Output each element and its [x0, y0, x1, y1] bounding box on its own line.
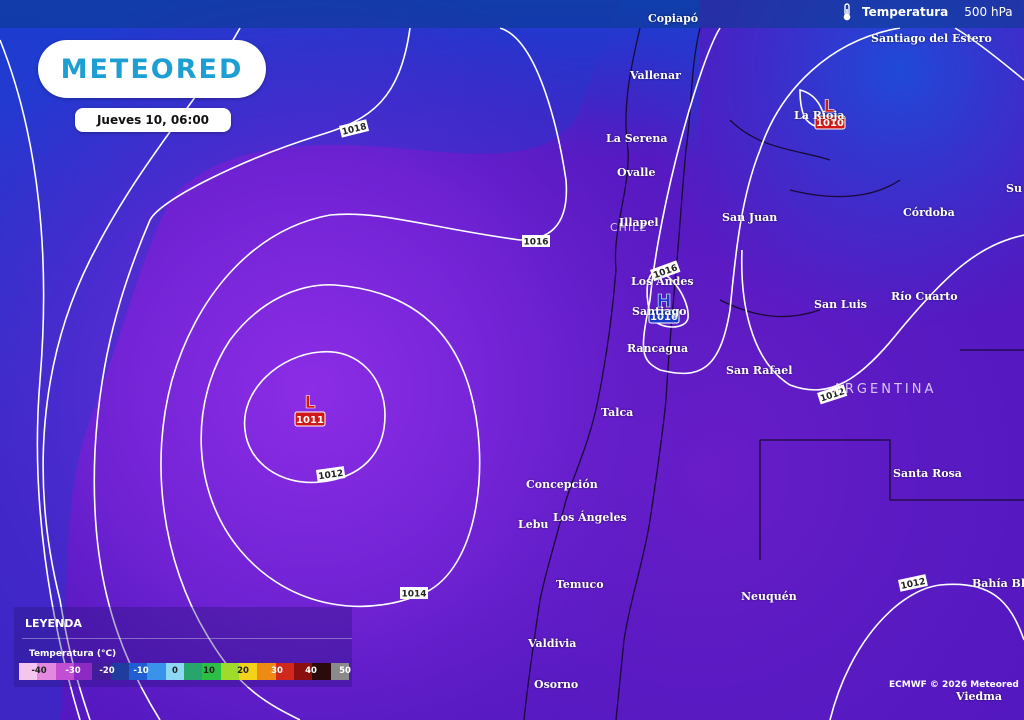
city-valdivia: Valdivia [528, 637, 577, 650]
city-lebu: Lebu [518, 518, 549, 531]
legend-tick-label: -20 [99, 666, 115, 676]
layer-name: Temperatura [862, 5, 949, 19]
city-osorno: Osorno [534, 678, 579, 691]
city-santa-rosa: Santa Rosa [893, 467, 962, 480]
legend-divider [22, 638, 352, 639]
legend-title: LEYENDA [25, 617, 82, 630]
city-san-rafael: San Rafael [726, 364, 793, 377]
layer-info[interactable]: Temperatura 500 hPa [840, 2, 1013, 22]
logo-text: METEORED [60, 53, 244, 85]
pressure-symbol: L [305, 393, 316, 413]
city-concepcion: Concepción [526, 478, 598, 491]
city-copiapo: Copiapó [648, 12, 699, 25]
meteored-logo[interactable]: METEORED [38, 40, 266, 98]
country-argentina: ARGENTINA [833, 382, 937, 397]
city-neuquen: Neuquén [741, 590, 797, 603]
isobar-label: 1014 [401, 590, 426, 600]
legend-tick-label: 20 [237, 666, 249, 676]
city-la-serena: La Serena [606, 132, 668, 145]
city-vallenar: Vallenar [630, 69, 681, 82]
city-san-luis: San Luis [814, 298, 868, 311]
city-temuco: Temuco [556, 578, 604, 591]
legend-panel[interactable]: LEYENDA Temperatura (°C) -40 -30 -20 -10 0 10… [14, 607, 352, 687]
city-san-juan: San Juan [722, 211, 778, 224]
city-los-andes: Los Andes [631, 275, 694, 288]
city-viedma: Viedma [956, 690, 1002, 703]
legend-tick-label: 0 [172, 666, 178, 676]
legend-tick-label: 50 [339, 666, 351, 676]
pressure-value: 1011 [296, 415, 324, 426]
city-santiago-del-estero: Santiago del Estero [871, 32, 992, 45]
legend-tick-label: -10 [133, 666, 149, 676]
city-talca: Talca [601, 406, 634, 419]
legend-tick-label: -40 [31, 666, 47, 676]
country-chile: CHILE [610, 221, 648, 234]
isobar-label: 1016 [523, 238, 548, 248]
city-la-rioja: La Rioja [794, 109, 845, 122]
city-los-angeles: Los Ángeles [553, 511, 627, 524]
city-santiago: Santiago [632, 305, 687, 318]
city-su: Su [1006, 182, 1022, 195]
thermometer-icon [843, 3, 851, 21]
city-ovalle: Ovalle [617, 166, 656, 179]
legend-tick-label: 10 [203, 666, 215, 676]
legend-subtitle: Temperatura (°C) [29, 649, 117, 659]
legend-tick-label: 30 [271, 666, 283, 676]
legend-tick-label: -30 [65, 666, 81, 676]
city-bahia-blanca: Bahía Blan [972, 577, 1024, 590]
pressure-level: 500 hPa [964, 5, 1013, 19]
credit-text: ECMWF © 2026 Meteored [889, 680, 1019, 690]
legend-tick-label: 40 [305, 666, 317, 676]
city-rancagua: Rancagua [627, 342, 689, 355]
temperature-scale-labels: -40 -30 -20 -10 0 10 20 30 40 50 [19, 663, 351, 680]
city-rio-cuarto: Río Cuarto [891, 290, 958, 303]
city-cordoba: Córdoba [903, 206, 955, 219]
date-time-label[interactable]: Jueves 10, 06:00 [75, 108, 231, 132]
